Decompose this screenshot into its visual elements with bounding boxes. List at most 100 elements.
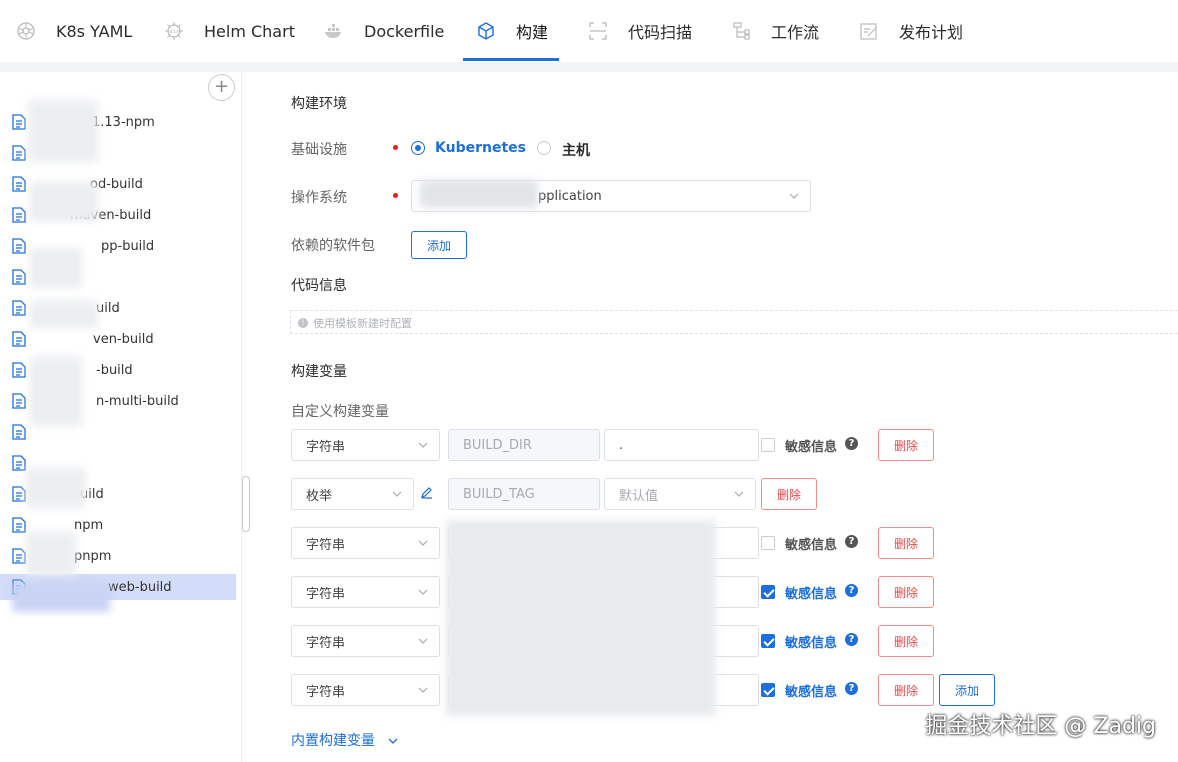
os-label: 操作系统: [291, 190, 347, 206]
sensitive-checkbox[interactable]: [761, 683, 775, 697]
redaction-blur: [30, 356, 82, 426]
tab-workflow[interactable]: 工作流: [731, 0, 819, 62]
delete-var-button[interactable]: 删除: [878, 576, 934, 608]
sensitive-label: 敏感信息: [785, 636, 838, 651]
code-info-hint-text: 使用模板新建时配置: [313, 317, 412, 330]
required-marker: [393, 145, 398, 150]
document-icon: [12, 114, 26, 130]
document-icon: [12, 300, 26, 316]
tab-dockerfile[interactable]: Dockerfile: [324, 0, 444, 62]
redaction-blur: [30, 300, 98, 328]
radio-kubernetes[interactable]: [411, 141, 425, 155]
tab-helm-chart[interactable]: HELM Helm Chart: [164, 0, 295, 62]
sensitive-checkbox[interactable]: [761, 634, 775, 648]
build-list-item-label: ven-build: [93, 331, 154, 347]
var-type-select[interactable]: 字符串: [291, 527, 440, 559]
add-build-button[interactable]: +: [208, 74, 235, 101]
add-dependency-button[interactable]: 添加: [411, 231, 467, 259]
delete-var-button[interactable]: 删除: [878, 429, 934, 461]
redaction-blur: [26, 468, 86, 508]
var-key-input[interactable]: BUILD_DIR: [448, 429, 600, 461]
sensitive-checkbox[interactable]: [761, 438, 775, 452]
var-type-value: 枚举: [306, 488, 333, 504]
edit-pencil-icon[interactable]: [420, 485, 434, 499]
build-list-item-label: npm: [74, 517, 104, 533]
redaction-blur: [28, 100, 98, 162]
tab-label: K8s YAML: [56, 21, 133, 41]
var-type-select[interactable]: 字符串: [291, 674, 440, 706]
build-list-item-label: pnpm: [74, 548, 112, 564]
os-select-value: pplication: [538, 188, 602, 204]
var-type-select[interactable]: 字符串: [291, 429, 440, 461]
add-var-button[interactable]: 添加: [939, 674, 995, 706]
sensitive-label: 敏感信息: [785, 538, 838, 553]
build-list-item[interactable]: ven-build: [0, 326, 236, 352]
redaction-blur: [26, 532, 76, 576]
tab-build[interactable]: 构建: [476, 0, 548, 62]
build-list-item-label: 1.13-npm: [92, 114, 155, 130]
help-icon: ?: [845, 535, 858, 548]
radio-kubernetes-label[interactable]: Kubernetes: [435, 140, 526, 156]
var-type-select[interactable]: 枚举: [291, 478, 414, 510]
chevron-down-icon: [418, 687, 428, 693]
chevron-down-icon: [392, 491, 402, 497]
chevron-down-icon: [388, 738, 398, 744]
delete-var-button[interactable]: 删除: [878, 527, 934, 559]
enum-default-placeholder: 默认值: [619, 488, 659, 504]
tab-label: 工作流: [771, 23, 820, 42]
document-icon: [12, 362, 26, 378]
chevron-down-icon: [734, 491, 744, 497]
sensitive-checkbox[interactable]: [761, 536, 775, 550]
document-icon: [12, 145, 26, 161]
release-plan-icon: [859, 21, 879, 41]
sidebar-scrollbar[interactable]: [242, 476, 250, 532]
workflow-icon: [731, 21, 751, 41]
sensitive-checkbox[interactable]: [761, 585, 775, 599]
var-type-value: 字符串: [306, 439, 346, 455]
delete-var-button[interactable]: 删除: [878, 674, 934, 706]
redaction-blur: [30, 248, 82, 288]
tab-code-scan[interactable]: 代码扫描: [588, 0, 692, 62]
document-icon: [12, 331, 26, 347]
section-title-build-env: 构建环境: [291, 96, 347, 112]
var-key-input[interactable]: BUILD_TAG: [448, 478, 600, 510]
redaction-blur: [30, 182, 98, 222]
build-list-sidebar: + 1.13-npm od-build maven-build pp-build uil…: [0, 72, 242, 762]
code-info-hint: ! 使用模板新建时配置: [298, 315, 412, 331]
help-icon: ?: [845, 633, 858, 646]
redaction-blur: [446, 520, 716, 716]
delete-var-button[interactable]: 删除: [761, 478, 817, 510]
document-icon: [12, 238, 26, 254]
tab-release-plan[interactable]: 发布计划: [859, 0, 963, 62]
var-type-value: 字符串: [306, 635, 346, 651]
header-divider-band: [0, 62, 1178, 72]
var-value-input[interactable]: .: [604, 429, 759, 461]
tab-k8s-yaml[interactable]: K8s YAML: [16, 0, 132, 62]
enum-default-select[interactable]: 默认值: [604, 478, 756, 510]
sensitive-label: 敏感信息: [785, 587, 838, 602]
help-icon: ?: [845, 682, 858, 695]
tab-label: Helm Chart: [204, 21, 295, 41]
builtin-vars-toggle[interactable]: 内置构建变量: [291, 730, 399, 750]
delete-var-button[interactable]: 删除: [878, 625, 934, 657]
infra-label: 基础设施: [291, 142, 347, 158]
app-root: { "tabs": [ {"label": "K8s YAML", "icon"…: [0, 0, 1178, 762]
document-icon: [12, 548, 26, 564]
var-type-select[interactable]: 字符串: [291, 625, 440, 657]
document-icon: [12, 393, 26, 409]
docker-icon: [324, 21, 344, 41]
var-type-value: 字符串: [306, 586, 346, 602]
scan-icon: [588, 21, 608, 41]
document-icon: [12, 455, 26, 471]
chevron-down-icon: [789, 193, 799, 199]
tab-label: 构建: [516, 23, 549, 42]
help-icon: ?: [845, 584, 858, 597]
var-type-select[interactable]: 字符串: [291, 576, 440, 608]
sensitive-label: 敏感信息: [785, 440, 838, 455]
radio-host[interactable]: [537, 141, 551, 155]
radio-host-label[interactable]: 主机: [562, 140, 590, 160]
document-icon: [12, 176, 26, 192]
tab-label: 发布计划: [899, 23, 964, 42]
svg-text:HELM: HELM: [168, 29, 181, 35]
build-list-item-label: pp-build: [101, 238, 155, 254]
